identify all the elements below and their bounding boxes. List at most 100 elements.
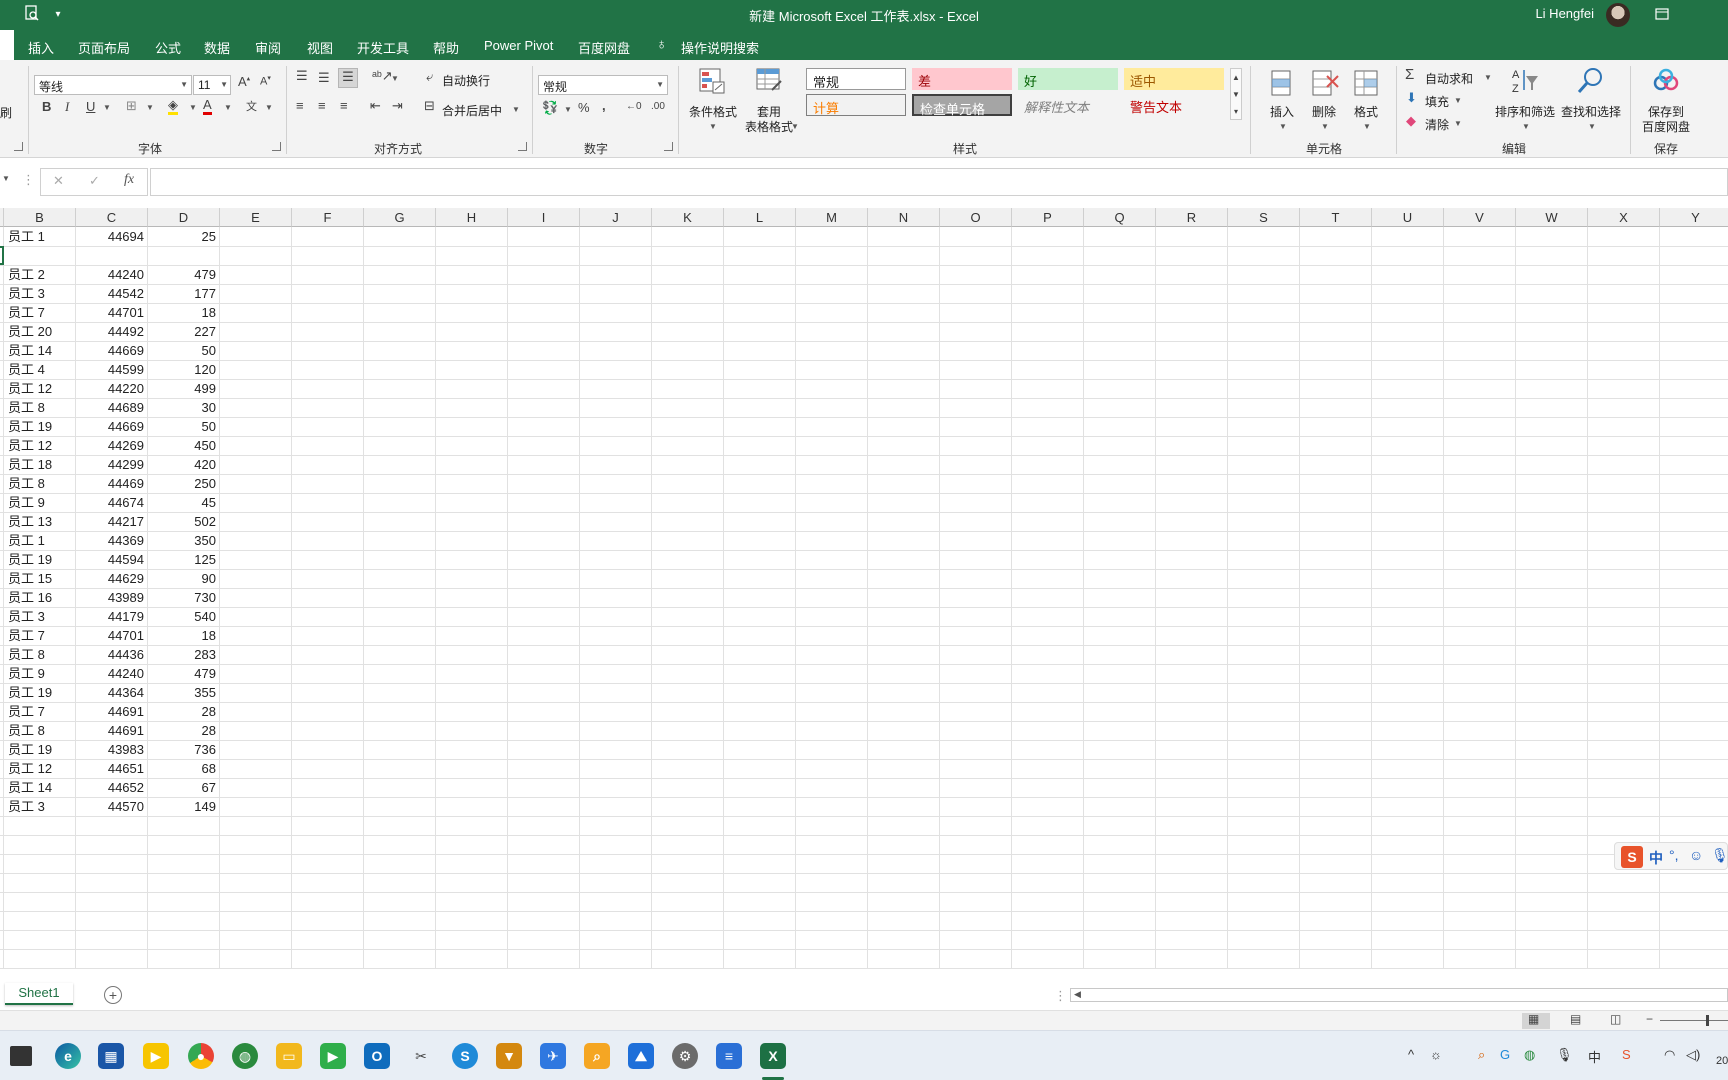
tray-search-icon[interactable]: ⌕ [1478,1047,1485,1063]
tray-language[interactable]: 中 [1588,1047,1601,1066]
column-header-x[interactable]: X [1588,208,1660,227]
column-header-k[interactable]: K [652,208,724,227]
chevron-down-icon[interactable]: ▼ [512,105,520,114]
cell-b-row-8[interactable]: 员工 12 [8,379,76,398]
cell-c-row-24[interactable]: 44364 [76,683,144,702]
outlook-icon[interactable]: O [364,1043,390,1069]
chevron-down-icon[interactable]: ▼ [265,103,273,112]
alignment-launcher[interactable] [518,142,527,151]
cell-b-row-7[interactable]: 员工 4 [8,360,76,379]
column-header-w[interactable]: W [1516,208,1588,227]
align-top-icon[interactable]: ☰ [296,68,308,84]
app-fox-icon[interactable]: ▼ [496,1043,522,1069]
cell-d-row-18[interactable]: 90 [148,569,216,588]
phonetic-guide-icon[interactable]: 文 [246,98,257,114]
column-header-f[interactable]: F [292,208,364,227]
chevron-down-icon[interactable]: ▼ [103,103,111,112]
fill-button[interactable]: 填充 [1425,93,1449,110]
style-bad[interactable]: 差 [912,68,1012,90]
merge-center-button[interactable]: 合并后居中 [442,102,502,119]
chevron-down-icon[interactable]: ▼ [189,103,197,112]
wifi-icon[interactable]: ◠ [1664,1047,1675,1063]
cell-c-row-2[interactable]: 44240 [76,265,144,284]
number-launcher[interactable] [664,142,673,151]
edge-browser-icon[interactable]: e [55,1043,81,1069]
chevron-down-icon[interactable]: ▼ [564,105,572,114]
cell-d-row-15[interactable]: 502 [148,512,216,531]
feishu-icon[interactable]: ✈ [540,1043,566,1069]
cell-b-row-5[interactable]: 员工 20 [8,322,76,341]
cell-d-row-1[interactable] [148,246,216,265]
cell-d-row-11[interactable]: 450 [148,436,216,455]
cell-d-row-21[interactable]: 18 [148,626,216,645]
excel-icon[interactable]: X [760,1043,786,1069]
tray-overflow-icon[interactable]: ^ [1408,1047,1414,1062]
font-color-icon[interactable]: A [203,97,212,115]
cell-c-row-12[interactable]: 44299 [76,455,144,474]
snipping-tool-icon[interactable]: ✂ [408,1043,434,1069]
ime-toolbar[interactable]: S 中 °, ☺ 🎙 [1614,842,1728,870]
cell-b-row-20[interactable]: 员工 3 [8,607,76,626]
cell-c-row-18[interactable]: 44629 [76,569,144,588]
tab-baidu-netdisk[interactable]: 百度网盘 [578,38,630,57]
column-header-s[interactable]: S [1228,208,1300,227]
align-right-icon[interactable]: ≡ [340,98,348,113]
cell-d-row-22[interactable]: 283 [148,645,216,664]
cell-d-row-20[interactable]: 540 [148,607,216,626]
cell-d-row-8[interactable]: 499 [148,379,216,398]
cell-d-row-10[interactable]: 50 [148,417,216,436]
photos-icon[interactable]: ⛰ [628,1043,654,1069]
cell-d-row-23[interactable]: 479 [148,664,216,683]
column-header-i[interactable]: I [508,208,580,227]
chevron-down-icon[interactable]: ▼ [391,74,399,83]
cell-d-row-14[interactable]: 45 [148,493,216,512]
cell-b-row-30[interactable]: 员工 3 [8,797,76,816]
search-app-icon[interactable]: ⌕ [584,1043,610,1069]
decrease-font-icon[interactable]: A▾ [260,74,271,88]
chevron-down-icon[interactable]: ▼ [146,103,154,112]
cell-d-row-29[interactable]: 67 [148,778,216,797]
cell-d-row-28[interactable]: 68 [148,759,216,778]
format-cells-button[interactable]: 格式 [1348,105,1384,120]
cell-d-row-25[interactable]: 28 [148,702,216,721]
cell-d-row-4[interactable]: 18 [148,303,216,322]
ime-mode[interactable]: 中 [1649,848,1663,868]
cell-d-row-13[interactable]: 250 [148,474,216,493]
align-bottom-icon[interactable]: ☰ [338,68,358,88]
confirm-icon[interactable]: ✓ [89,173,100,189]
volume-icon[interactable]: ◁) [1686,1047,1700,1063]
cell-b-row-12[interactable]: 员工 18 [8,455,76,474]
column-header-l[interactable]: L [724,208,796,227]
tray-sogou-icon[interactable]: S [1622,1047,1631,1062]
cell-c-row-22[interactable]: 44436 [76,645,144,664]
cell-b-row-21[interactable]: 员工 7 [8,626,76,645]
tray-app-icon[interactable]: ☼ [1430,1047,1442,1062]
ribbon-display-options-icon[interactable] [1652,5,1672,25]
style-explanatory[interactable]: 解释性文本 [1018,94,1118,116]
font-size-select[interactable]: 11 ▼ [193,75,231,95]
user-name[interactable]: Li Hengfei [1535,6,1594,21]
column-header-m[interactable]: M [796,208,868,227]
fill-color-icon[interactable]: ◈ [168,97,178,115]
worksheet-grid[interactable]: BCDEFGHIJKLMNOPQRSTUVWXY 员工 1 44694 25 员工 2… [0,208,1728,980]
column-header-b[interactable]: B [4,208,76,227]
cell-d-row-0[interactable]: 25 [148,227,216,246]
cell-c-row-27[interactable]: 43983 [76,740,144,759]
cell-d-row-12[interactable]: 420 [148,455,216,474]
align-center-icon[interactable]: ≡ [318,98,326,113]
chevron-down-icon[interactable]: ▼ [709,122,717,131]
emoji-icon[interactable]: ☺ [1689,847,1703,863]
tray-network-icon[interactable]: ◍ [1524,1047,1535,1063]
style-check-cell[interactable]: 检查单元格 [912,94,1012,117]
tab-split-handle-icon[interactable]: ⋮ [1054,988,1067,1004]
cell-b-row-18[interactable]: 员工 15 [8,569,76,588]
zoom-slider-thumb[interactable] [1706,1015,1709,1026]
cell-d-row-9[interactable]: 30 [148,398,216,417]
scroll-left-icon[interactable]: ◀ [1074,989,1081,1000]
cell-d-row-26[interactable]: 28 [148,721,216,740]
cell-d-row-2[interactable]: 479 [148,265,216,284]
cell-c-row-7[interactable]: 44599 [76,360,144,379]
cell-b-row-29[interactable]: 员工 14 [8,778,76,797]
cell-c-row-11[interactable]: 44269 [76,436,144,455]
wrap-text-button[interactable]: 自动换行 [442,72,490,89]
